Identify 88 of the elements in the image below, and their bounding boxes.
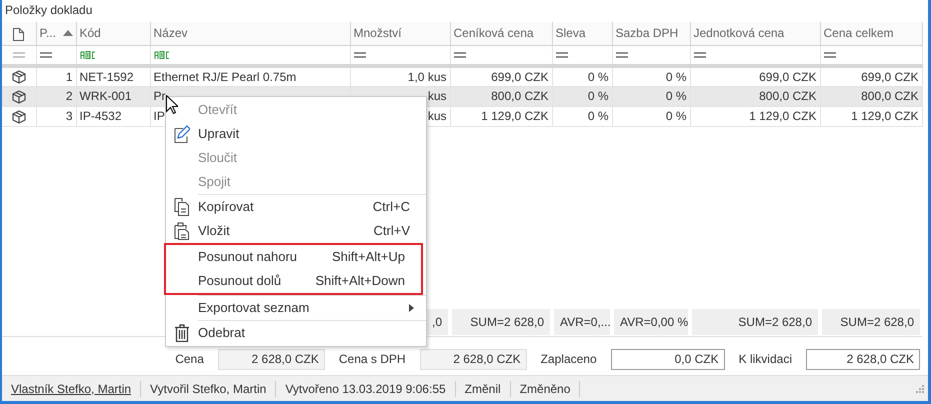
equals-filter-icon [454, 52, 466, 58]
input-field[interactable]: 0,0 CZK [610, 348, 725, 370]
equals-filter-icon [556, 52, 568, 58]
menu-item[interactable]: Vložit Ctrl+V [166, 219, 426, 243]
equals-filter-icon [12, 52, 25, 58]
status-text: Vytvořeno 13.03.2019 9:06:55 [276, 380, 456, 396]
table-cell: 0 % [612, 106, 690, 126]
equals-filter-icon [824, 52, 836, 58]
summary-cell: SUM=2 628,0 [692, 309, 818, 335]
trash-icon [175, 324, 189, 342]
equals-filter-icon [40, 52, 52, 58]
column-header[interactable]: Jednotková cena [690, 22, 820, 45]
filter-cell[interactable] [612, 45, 690, 66]
summary-cell: SUM=2 628,0 [822, 309, 920, 335]
column-header[interactable]: Kód [76, 22, 150, 45]
table-cell: 1,0 kus [350, 66, 450, 86]
field-label: K likvidaci [738, 351, 792, 368]
table-cell: 0 % [612, 66, 690, 86]
filter-cell[interactable] [350, 45, 450, 66]
table-cell: 1 129,0 CZK [690, 106, 820, 126]
panel-title: Položky dokladu [4, 2, 94, 19]
table-cell: WRK-001 [76, 86, 150, 106]
filter-cell[interactable] [150, 45, 350, 66]
table-cell: 800,0 CZK [820, 86, 922, 106]
status-text: Vytvořil Stefko, Martin [141, 380, 276, 396]
table-cell: 0 % [552, 86, 612, 106]
table-cell: 2 [36, 86, 76, 106]
table-cell: 0 % [612, 86, 690, 106]
input-field[interactable]: 2 628,0 CZK [218, 348, 325, 370]
table-row[interactable]: 1 NET-1592 Ethernet RJ/E Pearl 0.75m 1,0 kus 699,0 CZK 0 % 0 % 699,0 CZK 699,0 CZK [2, 66, 922, 86]
column-header[interactable]: Sleva [552, 22, 612, 45]
menu-item[interactable]: Kopírovat Ctrl+C [166, 195, 426, 219]
table-cell: 800,0 CZK [690, 86, 820, 106]
filter-cell[interactable] [450, 45, 552, 66]
column-header[interactable]: Cena celkem [820, 22, 922, 45]
shortcut-text: Shift+Alt+Down [315, 272, 406, 290]
status-text: Změnil [456, 380, 511, 396]
summary-cell: AVR=0,00 % [614, 309, 688, 335]
equals-filter-icon [354, 52, 366, 58]
pencil-icon [174, 125, 190, 143]
table-cell: 1 [36, 66, 76, 86]
field-label: Cena [175, 351, 204, 368]
summary-cell: AVR=0,... [554, 309, 610, 335]
filter-cell[interactable] [76, 45, 150, 66]
column-header[interactable]: P... [36, 22, 76, 45]
filter-cell[interactable] [36, 45, 76, 66]
equals-filter-icon [616, 52, 628, 58]
input-field[interactable]: 2 628,0 CZK [420, 348, 527, 370]
column-header[interactable]: Název [150, 22, 350, 45]
filter-cell[interactable] [820, 45, 922, 66]
status-text: Změněno [510, 380, 580, 396]
shortcut-text: Ctrl+V [374, 222, 411, 240]
table-cell: NET-1592 [76, 66, 150, 86]
package-icon [12, 70, 26, 84]
column-header[interactable]: Sazba DPH [612, 22, 690, 45]
table-cell: IP-4532 [76, 106, 150, 126]
document-icon [13, 28, 24, 41]
table-cell: Ethernet RJ/E Pearl 0.75m [150, 66, 350, 86]
equals-filter-icon [694, 52, 706, 58]
copy-icon [174, 198, 190, 216]
shortcut-text: Ctrl+C [372, 198, 411, 216]
field-label: Zaplaceno [540, 351, 597, 368]
table-cell: 1 129,0 CZK [450, 106, 552, 126]
column-header[interactable]: Množství [350, 22, 450, 45]
field-label: Cena s DPH [338, 351, 406, 368]
menu-item[interactable]: Posunout dolů Shift+Alt+Down [166, 269, 421, 293]
input-field[interactable]: 2 628,0 CZK [806, 348, 920, 370]
table-cell: 699,0 CZK [690, 66, 820, 86]
text-filter-icon [154, 51, 170, 60]
menu-item[interactable]: Posunout nahoru Shift+Alt+Up [166, 245, 421, 269]
table-cell: 699,0 CZK [450, 66, 552, 86]
filter-cell[interactable] [690, 45, 820, 66]
filter-cell[interactable] [552, 45, 612, 66]
package-icon [12, 90, 26, 104]
table-cell: 800,0 CZK [450, 86, 552, 106]
table-cell: 3 [36, 106, 76, 126]
shortcut-text: Shift+Alt+Up [332, 248, 406, 266]
table-cell: 0 % [552, 66, 612, 86]
table-cell: 699,0 CZK [820, 66, 922, 86]
summary-cell: SUM=2 628,0 [452, 309, 550, 335]
table-cell: 1 129,0 CZK [820, 106, 922, 126]
package-icon [12, 110, 26, 124]
table-cell: 0 % [552, 106, 612, 126]
owner-link[interactable]: Vlastník Stefko, Martin [2, 380, 142, 396]
resize-grip-icon [915, 384, 924, 393]
text-filter-icon [80, 51, 96, 60]
column-header[interactable]: Ceníková cena [450, 22, 552, 45]
clipboard-icon [174, 222, 190, 240]
